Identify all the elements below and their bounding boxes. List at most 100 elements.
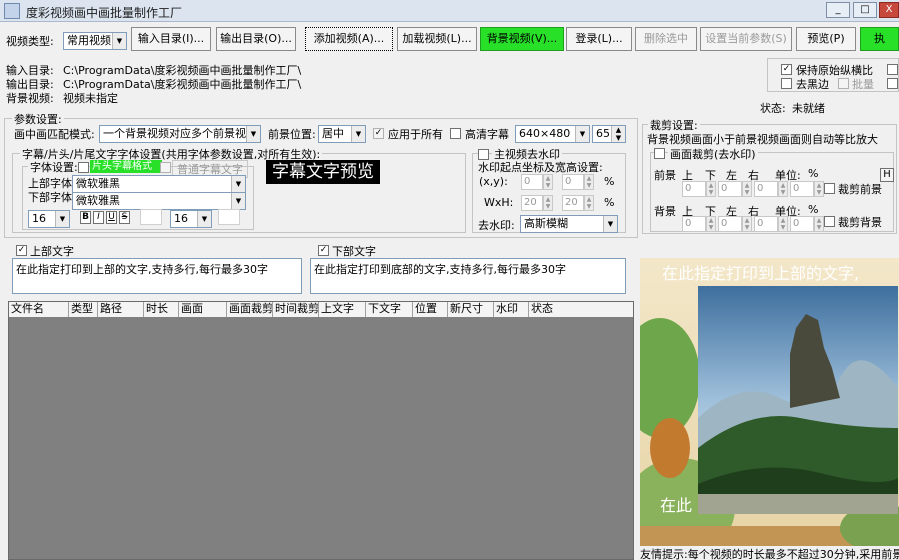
chevron-down-icon: ▼ xyxy=(197,211,211,227)
fps-value: 65 xyxy=(596,127,610,140)
login-button[interactable]: 登录(L)... xyxy=(566,27,632,51)
close-button[interactable]: X xyxy=(879,2,899,18)
apply-all-label: 应用于所有 xyxy=(388,128,443,141)
column-header-position[interactable]: 位置 xyxy=(413,302,448,317)
bottom-font-label: 下部字体 xyxy=(28,191,72,204)
crop-fg-left-spinner[interactable]: ▲ ▼ xyxy=(778,181,788,197)
column-header-frame-crop[interactable]: 画面裁剪 xyxy=(227,302,273,317)
bottom-font-select[interactable]: 微软雅黑 ▼ xyxy=(72,192,246,210)
crop-fg-right-input[interactable]: 0 xyxy=(790,181,814,197)
font-color-swatch[interactable] xyxy=(140,209,162,225)
column-header-bottom-text[interactable]: 下文字 xyxy=(366,302,413,317)
watermark-w-spinner[interactable]: ▲ ▼ xyxy=(543,195,553,211)
watermark-x-spinner[interactable]: ▲ ▼ xyxy=(543,174,553,190)
watermark-method-select[interactable]: 高斯模糊 ▼ xyxy=(520,215,618,233)
delete-selected-button[interactable]: 删除选中 xyxy=(635,27,697,51)
column-header-type[interactable]: 类型 xyxy=(69,302,98,317)
crop-bg-checkbox[interactable] xyxy=(824,216,835,227)
crop-fg-right-spinner[interactable]: ▲ ▼ xyxy=(814,181,824,197)
column-header-new-size[interactable]: 新尺寸 xyxy=(448,302,494,317)
font-size-2-select[interactable]: 16 ▼ xyxy=(170,210,212,228)
crop-bg-left-input[interactable]: 0 xyxy=(754,216,778,232)
crop-bg-top-spinner[interactable]: ▲ ▼ xyxy=(706,216,716,232)
watermark-h-spinner[interactable]: ▲ ▼ xyxy=(584,195,594,211)
execute-button[interactable]: 执 xyxy=(860,27,899,51)
file-table[interactable] xyxy=(8,301,634,560)
h-button[interactable]: H xyxy=(880,168,894,182)
column-header-path[interactable]: 路径 xyxy=(98,302,144,317)
top-text-checkbox[interactable]: ✓ xyxy=(16,245,27,256)
preview-button[interactable]: 预览(P) xyxy=(796,27,856,51)
add-video-button[interactable]: 添加视频(A)... xyxy=(305,27,393,51)
crop-bg-bottom-input[interactable]: 0 xyxy=(718,216,742,232)
crop-fg-top-spinner[interactable]: ▲ ▼ xyxy=(706,181,716,197)
load-video-button[interactable]: 加载视频(L)... xyxy=(397,27,477,51)
crop-checkbox[interactable] xyxy=(654,148,665,159)
chevron-down-icon: ▼ xyxy=(575,126,589,142)
fg-position-label: 前景位置: xyxy=(268,128,316,141)
watermark-y-input[interactable]: 0 xyxy=(562,174,584,190)
watermark-y-spinner[interactable]: ▲ ▼ xyxy=(584,174,594,190)
column-header-frame[interactable]: 画面 xyxy=(179,302,227,317)
chevron-down-icon: ▼ xyxy=(231,176,245,192)
batch-label: 批量 xyxy=(852,78,874,91)
font-color-swatch-2[interactable] xyxy=(218,209,240,225)
crop-fg-label: 前景 xyxy=(654,169,676,182)
minimize-button[interactable]: _ xyxy=(826,2,850,18)
top-font-select[interactable]: 微软雅黑 ▼ xyxy=(72,175,246,193)
watermark-w-input[interactable]: 20 xyxy=(521,195,543,211)
bottom-text-input[interactable]: 在此指定打印到底部的文字,支持多行,每行最多30字 xyxy=(310,258,626,294)
maximize-button[interactable]: □ xyxy=(853,2,877,18)
set-current-params-button[interactable]: 设置当前参数(S) xyxy=(700,27,792,51)
bg-video-button[interactable]: 背景视频(V)... xyxy=(480,27,564,51)
remove-black-checkbox[interactable] xyxy=(781,78,792,89)
column-header-filename[interactable]: 文件名 xyxy=(9,302,69,317)
column-header-time-crop[interactable]: 时间裁剪 xyxy=(273,302,319,317)
crop-fg-top-input[interactable]: 0 xyxy=(682,181,706,197)
font-size-1-value: 16 xyxy=(32,212,46,225)
column-header-duration[interactable]: 时长 xyxy=(144,302,179,317)
crop-bg-bottom-spinner[interactable]: ▲ ▼ xyxy=(742,216,752,232)
fg-position-select[interactable]: 居中 ▼ xyxy=(318,125,366,143)
crop-bg-top-input[interactable]: 0 xyxy=(682,216,706,232)
top-text-input[interactable]: 在此指定打印到上部的文字,支持多行,每行最多30字 xyxy=(12,258,302,294)
crop-bg-right-spinner[interactable]: ▲ ▼ xyxy=(814,216,824,232)
tab-normal-checkbox[interactable] xyxy=(160,162,171,173)
output-dir-button[interactable]: 输出目录(O)... xyxy=(216,27,296,51)
crop-fg-left-input[interactable]: 0 xyxy=(754,181,778,197)
watermark-method-label: 去水印: xyxy=(478,219,515,232)
strikethrough-button[interactable]: S xyxy=(119,211,130,224)
column-header-watermark[interactable]: 水印 xyxy=(494,302,529,317)
crop-fg-checkbox[interactable] xyxy=(824,183,835,194)
input-dir-button[interactable]: 输入目录(I)... xyxy=(131,27,211,51)
tab-subtitle-format[interactable]: 片头字幕格式 xyxy=(90,160,162,173)
pip-mode-select[interactable]: 一个背景视频对应多个前景视频 ▼ xyxy=(99,125,261,143)
fps-stepper[interactable]: 65 ▲ ▼ xyxy=(592,125,626,143)
video-type-value: 常用视频 xyxy=(67,34,111,47)
column-header-status[interactable]: 状态 xyxy=(529,302,633,317)
font-size-1-select[interactable]: 16 ▼ xyxy=(28,210,70,228)
hd-subtitle-checkbox[interactable] xyxy=(450,128,461,139)
italic-button[interactable]: I xyxy=(93,211,104,224)
crop-fg-bottom-input[interactable]: 0 xyxy=(718,181,742,197)
crop-bg-left-spinner[interactable]: ▲ ▼ xyxy=(778,216,788,232)
video-type-select[interactable]: 常用视频 ▼ xyxy=(63,32,127,50)
bottom-text-checkbox[interactable]: ✓ xyxy=(318,245,329,256)
tab-active-checkbox[interactable] xyxy=(78,162,89,173)
watermark-h-input[interactable]: 20 xyxy=(562,195,584,211)
crop-fg-bottom-spinner[interactable]: ▲ ▼ xyxy=(742,181,752,197)
resolution-select[interactable]: 640×480 ▼ xyxy=(515,125,590,143)
watermark-coord-label: 水印起点坐标及宽高设置: xyxy=(478,161,603,174)
watermark-x-input[interactable]: 0 xyxy=(521,174,543,190)
batch-checkbox[interactable] xyxy=(838,78,849,89)
apply-all-checkbox[interactable]: ✓ xyxy=(373,128,384,139)
underline-button[interactable]: U xyxy=(106,211,117,224)
watermark-method-value: 高斯模糊 xyxy=(524,217,568,230)
crop-bg-right-input[interactable]: 0 xyxy=(790,216,814,232)
extra-checkbox-2[interactable] xyxy=(887,78,898,89)
extra-checkbox[interactable] xyxy=(887,64,898,75)
keep-ratio-checkbox[interactable]: ✓ xyxy=(781,64,792,75)
chevron-down-icon: ▼ xyxy=(231,193,245,209)
column-header-top-text[interactable]: 上文字 xyxy=(319,302,366,317)
bold-button[interactable]: B xyxy=(80,211,91,224)
